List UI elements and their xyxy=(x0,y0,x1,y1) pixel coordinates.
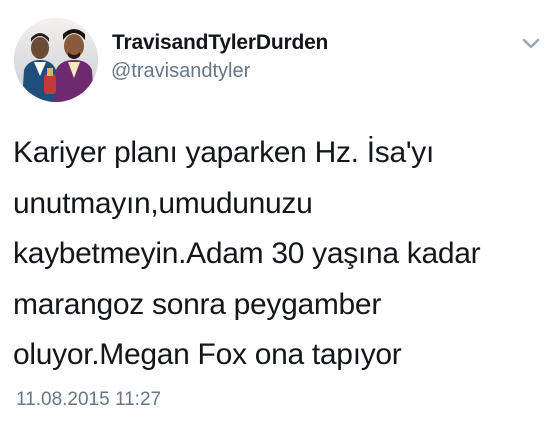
display-name[interactable]: TravisandTylerDurden xyxy=(112,31,328,55)
chevron-down-icon[interactable] xyxy=(517,32,545,54)
avatar-image xyxy=(14,18,98,102)
tweet-timestamp[interactable]: 11.08.2015 11:27 xyxy=(16,389,161,411)
avatar[interactable] xyxy=(14,18,98,102)
tweet-text: Kariyer planı yaparken Hz. İsa'yı unutma… xyxy=(13,136,481,371)
user-handle[interactable]: @travisandtyler xyxy=(111,60,250,83)
tweet-card: TravisandTylerDurden @travisandtyler Kar… xyxy=(0,0,558,433)
